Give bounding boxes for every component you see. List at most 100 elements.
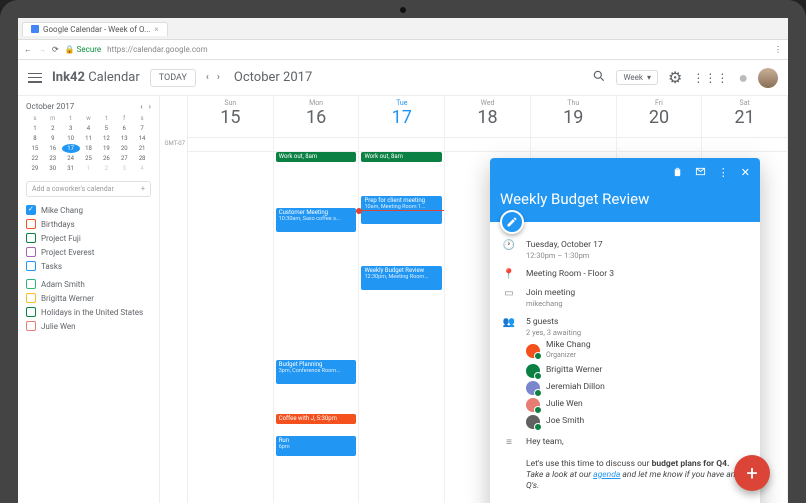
day-header[interactable]: Thu19 (531, 96, 616, 138)
mini-day-cell[interactable]: 1 (80, 164, 98, 173)
mini-day-cell[interactable]: 2 (44, 124, 62, 133)
mini-day-cell[interactable]: 3 (115, 164, 133, 173)
calendar-item[interactable]: Birthdays (26, 219, 151, 229)
calendar-event[interactable]: Coffee with J, 5:30pm (276, 414, 357, 424)
url-text[interactable]: https://calendar.google.com (107, 45, 207, 54)
day-column[interactable]: Sun15 (188, 96, 274, 503)
delete-icon[interactable] (672, 166, 683, 180)
calendar-item[interactable]: Julie Wen (26, 321, 151, 331)
prev-week-icon[interactable]: ‹ (206, 72, 209, 83)
calendar-checkbox[interactable] (26, 233, 36, 243)
calendar-item[interactable]: Tasks (26, 261, 151, 271)
mini-day-cell[interactable]: 23 (44, 154, 62, 163)
mini-day-cell[interactable]: 3 (62, 124, 80, 133)
mini-day-cell[interactable]: 5 (97, 124, 115, 133)
calendar-checkbox[interactable] (26, 321, 36, 331)
mini-day-cell[interactable]: 20 (115, 144, 133, 153)
calendar-checkbox[interactable] (26, 205, 36, 215)
next-week-icon[interactable]: › (217, 72, 220, 83)
search-icon[interactable] (592, 68, 606, 87)
day-column[interactable]: Tue17Work out, 8amPrep for client meetin… (359, 96, 445, 503)
calendar-checkbox[interactable] (26, 307, 36, 317)
mini-day-cell[interactable]: 12 (97, 134, 115, 143)
browser-menu-icon[interactable]: ⋮ (774, 45, 782, 54)
notifications-icon[interactable]: ● (738, 68, 748, 88)
agenda-link[interactable]: agenda (593, 470, 620, 480)
view-switcher[interactable]: Week▾ (616, 70, 658, 85)
mini-day-cell[interactable]: 6 (115, 124, 133, 133)
mini-day-cell[interactable]: 9 (44, 134, 62, 143)
mini-day-cell[interactable]: 10 (62, 134, 80, 143)
join-meeting-link[interactable]: Join meeting (526, 288, 748, 299)
calendar-checkbox[interactable] (26, 279, 36, 289)
mini-day-cell[interactable]: 29 (26, 164, 44, 173)
calendar-checkbox[interactable] (26, 219, 36, 229)
calendar-item[interactable]: Brigitta Werner (26, 293, 151, 303)
mini-day-cell[interactable]: 1 (26, 124, 44, 133)
calendar-item[interactable]: Mike Chang (26, 205, 151, 215)
mini-day-cell[interactable]: 26 (97, 154, 115, 163)
day-header[interactable]: Sun15 (188, 96, 273, 138)
calendar-checkbox[interactable] (26, 247, 36, 257)
mini-day-cell[interactable]: 31 (62, 164, 80, 173)
day-header[interactable]: Sat21 (702, 96, 787, 138)
calendar-item[interactable]: Project Fuji (26, 233, 151, 243)
mini-day-cell[interactable]: 11 (80, 134, 98, 143)
mini-day-cell[interactable]: 18 (80, 144, 98, 153)
mini-calendar[interactable]: 1234567891011121314151617181920212223242… (26, 124, 151, 173)
close-tab-icon[interactable]: × (154, 25, 158, 34)
mini-day-cell[interactable]: 22 (26, 154, 44, 163)
hamburger-icon[interactable] (28, 73, 42, 83)
mini-day-cell[interactable]: 2 (97, 164, 115, 173)
mini-day-cell[interactable]: 13 (115, 134, 133, 143)
email-icon[interactable] (695, 166, 706, 180)
calendar-label: Project Fuji (41, 234, 81, 243)
day-header[interactable]: Mon16 (274, 96, 359, 138)
mini-day-cell[interactable]: 27 (115, 154, 133, 163)
settings-icon[interactable]: ⚙ (668, 68, 682, 87)
day-column[interactable]: Mon16 Work out, 8am Customer Meeting10:30a… (274, 96, 360, 503)
account-avatar[interactable] (758, 68, 778, 88)
mini-day-cell[interactable]: 24 (62, 154, 80, 163)
close-icon[interactable]: ✕ (741, 166, 750, 180)
calendar-item[interactable]: Project Everest (26, 247, 151, 257)
reload-icon[interactable]: ⟳ (52, 45, 59, 54)
mini-day-cell[interactable]: 17 (62, 144, 80, 153)
calendar-checkbox[interactable] (26, 293, 36, 303)
day-header[interactable]: Tue17 (359, 96, 444, 138)
mini-prev-icon[interactable]: ‹ (140, 102, 142, 111)
calendar-event[interactable]: Work out, 8am (276, 152, 357, 162)
today-button[interactable]: TODAY (150, 69, 196, 87)
calendar-item[interactable]: Adam Smith (26, 279, 151, 289)
forward-icon[interactable]: → (38, 45, 46, 54)
calendar-event[interactable]: Budget Planning3pm, Conference Room... (276, 360, 357, 384)
calendar-event[interactable]: Weekly Budget Review12:30pm, Meeting Roo… (361, 266, 442, 290)
mini-day-cell[interactable]: 4 (133, 164, 151, 173)
edit-event-button[interactable] (500, 210, 524, 234)
calendar-event[interactable]: Work out, 8am (361, 152, 442, 162)
mini-day-cell[interactable]: 28 (133, 154, 151, 163)
add-calendar-input[interactable]: Add a coworker's calendar + (26, 181, 151, 197)
apps-icon[interactable]: ⋮⋮⋮ (692, 71, 728, 85)
mini-day-cell[interactable]: 25 (80, 154, 98, 163)
mini-day-cell[interactable]: 8 (26, 134, 44, 143)
calendar-event[interactable]: Run6pm (276, 436, 357, 456)
mini-day-cell[interactable]: 7 (133, 124, 151, 133)
calendar-event[interactable]: Customer Meeting10:30am, Saxo coffee s..… (276, 208, 357, 232)
calendar-checkbox[interactable] (26, 261, 36, 271)
mini-day-cell[interactable]: 30 (44, 164, 62, 173)
mini-day-cell[interactable]: 19 (97, 144, 115, 153)
mini-day-cell[interactable]: 4 (80, 124, 98, 133)
more-icon[interactable]: ⋮ (718, 166, 729, 180)
day-header[interactable]: Wed18 (445, 96, 530, 138)
browser-tab[interactable]: Google Calendar - Week of O... × (22, 22, 168, 36)
mini-day-cell[interactable]: 16 (44, 144, 62, 153)
create-event-fab[interactable]: + (734, 455, 770, 491)
calendar-item[interactable]: Holidays in the United States (26, 307, 151, 317)
mini-next-icon[interactable]: › (149, 102, 151, 111)
back-icon[interactable]: ← (24, 45, 32, 54)
day-header[interactable]: Fri20 (617, 96, 702, 138)
mini-day-cell[interactable]: 15 (26, 144, 44, 153)
mini-day-cell[interactable]: 21 (133, 144, 151, 153)
mini-day-cell[interactable]: 14 (133, 134, 151, 143)
